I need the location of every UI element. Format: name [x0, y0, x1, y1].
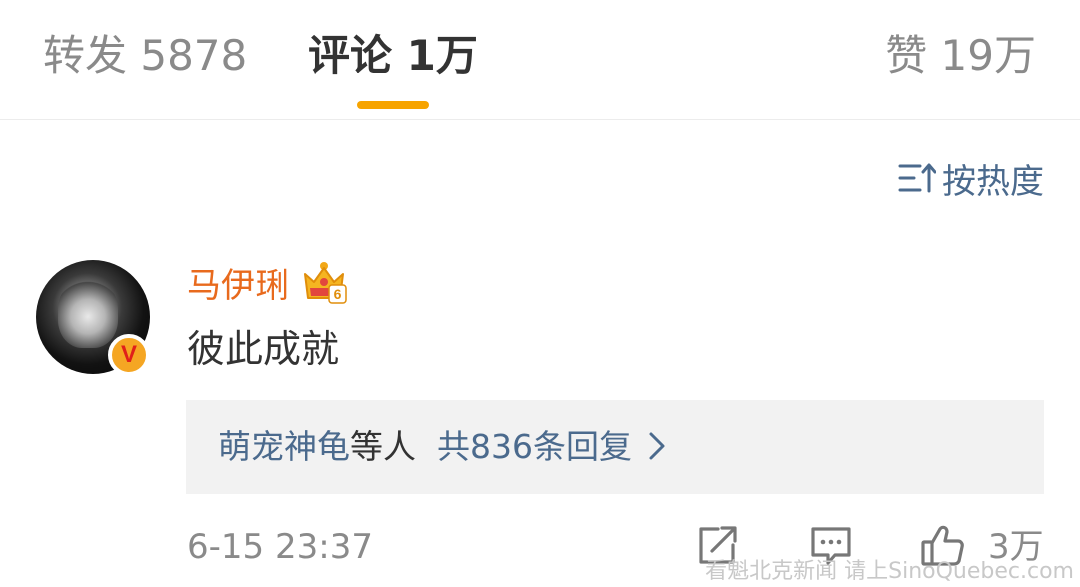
chevron-right-icon	[649, 432, 665, 460]
crown-level-6-icon: 6	[304, 262, 347, 304]
comment-username[interactable]: 马伊琍	[187, 262, 289, 310]
sort-icon	[898, 163, 936, 193]
verified-badge-icon: V	[108, 334, 150, 376]
tab-repost[interactable]: 转发 5878	[43, 24, 247, 88]
comment-timestamp: 6-15 23:37	[187, 527, 373, 567]
tab-likes[interactable]: 赞 19万	[885, 24, 1036, 88]
replies-preview[interactable]: 萌宠神龟等人 共836条回复	[186, 400, 1044, 494]
reply-count-link[interactable]: 共836条回复	[437, 427, 632, 466]
replies-summary-line: 萌宠神龟等人 共836条回复	[218, 422, 670, 472]
sort-label: 按热度	[942, 161, 1044, 202]
tab-comments[interactable]: 评论 1万	[308, 24, 478, 88]
avatar-photo	[58, 278, 118, 348]
watermark-text: 看魁北克新闻 请上SinoQuebec.com	[705, 559, 1074, 584]
reply-user-names[interactable]: 萌宠神龟	[218, 427, 350, 466]
reply-names-suffix: 等人	[350, 427, 416, 466]
comment-text: 彼此成就	[187, 327, 340, 371]
active-tab-indicator	[357, 101, 429, 109]
sort-by-hot-button[interactable]: 按热度	[898, 150, 1044, 206]
comment-tabs: 转发 5878 评论 1万 赞 19万	[0, 0, 1080, 120]
badge-level: 6	[334, 286, 342, 302]
